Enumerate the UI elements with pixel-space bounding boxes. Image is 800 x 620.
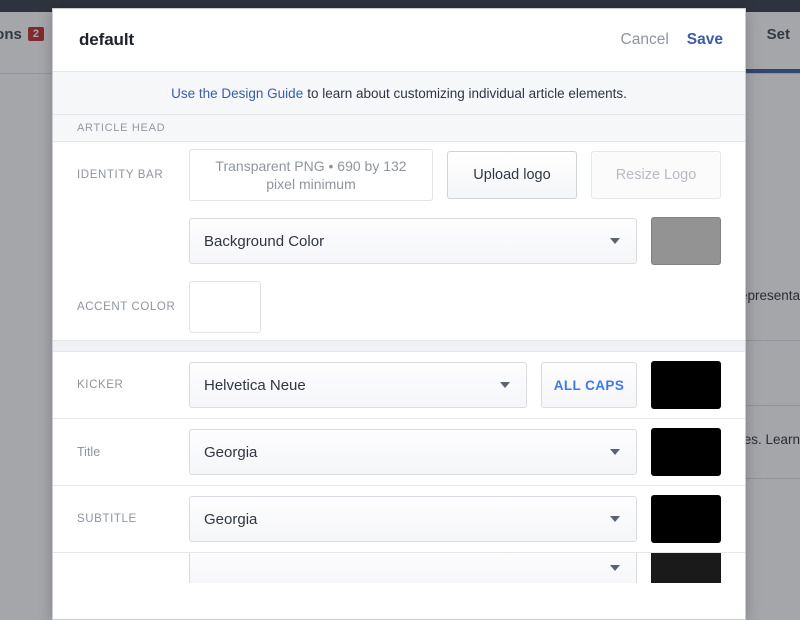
upload-logo-button[interactable]: Upload logo xyxy=(447,151,577,199)
row-controls-title: Georgia xyxy=(189,428,721,476)
section-header-article-head: ARTICLE HEAD xyxy=(53,115,745,142)
subtitle-font-select-value: Georgia xyxy=(204,511,610,528)
row-label-kicker: KICKER xyxy=(77,379,189,391)
row-label-accent-color: ACCENT COLOR xyxy=(77,301,189,313)
design-guide-banner: Use the Design Guide to learn about cust… xyxy=(53,71,745,115)
modal-title: default xyxy=(79,30,134,50)
row-identity-bar: IDENTITY BAR Transparent PNG • 690 by 13… xyxy=(53,142,745,208)
row-accent-color: ACCENT COLOR xyxy=(53,274,745,340)
row-title: Title Georgia xyxy=(53,419,745,485)
kicker-all-caps-toggle[interactable]: ALL CAPS xyxy=(541,362,637,408)
chevron-down-icon xyxy=(500,382,510,388)
kicker-color-swatch[interactable] xyxy=(651,361,721,409)
modal-body: IDENTITY BAR Transparent PNG • 690 by 13… xyxy=(53,142,745,619)
row-controls-subtitle: Georgia xyxy=(189,495,721,543)
design-guide-banner-text: to learn about customizing individual ar… xyxy=(307,86,627,101)
row-controls-background-color: Background Color xyxy=(189,217,721,265)
row-kicker: KICKER Helvetica Neue ALL CAPS xyxy=(53,352,745,418)
chevron-down-icon xyxy=(610,449,620,455)
chevron-down-icon xyxy=(610,565,620,571)
row-background-color: Background Color xyxy=(53,208,745,274)
design-guide-link[interactable]: Use the Design Guide xyxy=(171,86,303,101)
title-font-select[interactable]: Georgia xyxy=(189,429,637,475)
chevron-down-icon xyxy=(610,238,620,244)
row-controls-kicker: Helvetica Neue ALL CAPS xyxy=(189,361,721,409)
title-color-swatch[interactable] xyxy=(651,428,721,476)
resize-logo-button: Resize Logo xyxy=(591,151,721,199)
row-controls-identity-bar: Transparent PNG • 690 by 132 pixel minim… xyxy=(189,149,721,201)
title-font-select-value: Georgia xyxy=(204,444,610,461)
row-partial-next xyxy=(53,553,745,583)
cancel-button[interactable]: Cancel xyxy=(621,31,669,49)
row-controls-accent-color xyxy=(189,281,721,333)
modal-header-actions: Cancel Save xyxy=(621,31,723,49)
section-group-divider xyxy=(53,340,745,352)
background-color-swatch[interactable] xyxy=(651,217,721,265)
modal-header: default Cancel Save xyxy=(53,9,745,71)
row-label-subtitle: SUBTITLE xyxy=(77,513,189,525)
style-editor-modal: default Cancel Save Use the Design Guide… xyxy=(52,8,746,620)
row-controls-partial-next xyxy=(189,553,721,583)
background-color-select-value: Background Color xyxy=(204,233,610,250)
row-subtitle: SUBTITLE Georgia xyxy=(53,486,745,552)
kicker-font-select-value: Helvetica Neue xyxy=(204,377,500,394)
subtitle-font-select[interactable]: Georgia xyxy=(189,496,637,542)
logo-dropzone[interactable]: Transparent PNG • 690 by 132 pixel minim… xyxy=(189,149,433,201)
row-label-identity-bar: IDENTITY BAR xyxy=(77,169,189,181)
subtitle-color-swatch[interactable] xyxy=(651,495,721,543)
save-button[interactable]: Save xyxy=(687,31,723,49)
row-label-title: Title xyxy=(77,445,189,459)
partial-next-color-swatch[interactable] xyxy=(651,553,721,583)
partial-next-select[interactable] xyxy=(189,553,637,583)
background-color-select[interactable]: Background Color xyxy=(189,218,637,264)
chevron-down-icon xyxy=(610,516,620,522)
accent-color-swatch[interactable] xyxy=(189,281,261,333)
kicker-font-select[interactable]: Helvetica Neue xyxy=(189,362,527,408)
